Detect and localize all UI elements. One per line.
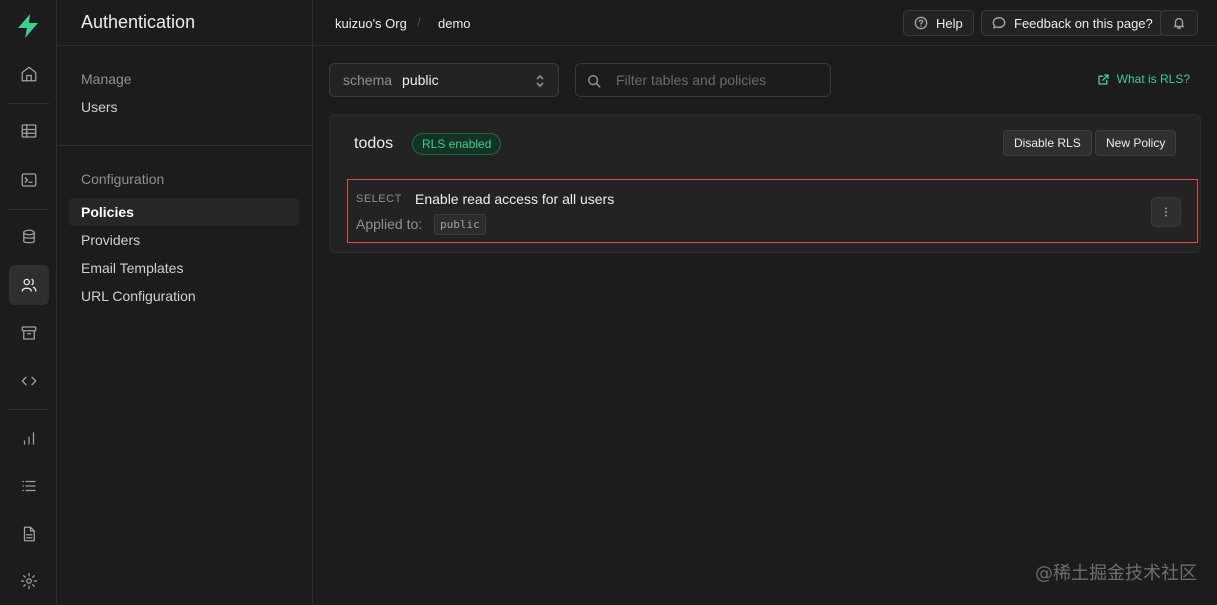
logs-icon[interactable] xyxy=(9,466,49,506)
help-label: Help xyxy=(936,15,963,31)
more-vertical-icon xyxy=(1165,207,1167,217)
sidebar-item-url-configuration[interactable]: URL Configuration xyxy=(69,282,299,310)
search-icon xyxy=(588,75,601,88)
icon-rail xyxy=(0,0,57,605)
policy-applied-label: Applied to: xyxy=(356,216,423,232)
chat-bubble-icon xyxy=(992,17,1006,29)
sidebar-title: Authentication xyxy=(57,0,312,46)
sql-editor-icon[interactable] xyxy=(9,160,49,200)
table-policies-card: todos RLS enabled Disable RLS New Policy… xyxy=(329,114,1201,253)
storage-icon[interactable] xyxy=(9,313,49,353)
sidebar-item-email-templates[interactable]: Email Templates xyxy=(69,254,299,282)
policy-command: SELECT xyxy=(356,193,402,205)
what-is-rls-label: What is RLS? xyxy=(1116,72,1190,86)
table-editor-icon[interactable] xyxy=(9,111,49,151)
schema-value: public xyxy=(402,72,439,88)
supabase-logo-icon[interactable] xyxy=(14,12,42,40)
auth-sidebar: Authentication Manage Users Configuratio… xyxy=(57,0,313,605)
database-icon[interactable] xyxy=(9,217,49,257)
edge-functions-icon[interactable] xyxy=(9,361,49,401)
schema-select[interactable]: schema public xyxy=(329,63,559,97)
policy-name: Enable read access for all users xyxy=(415,191,615,207)
disable-rls-button[interactable]: Disable RLS xyxy=(1003,130,1092,156)
reports-icon[interactable] xyxy=(9,418,49,458)
chevron-up-down-icon xyxy=(534,73,546,89)
breadcrumb-org[interactable]: kuizuo's Org xyxy=(335,16,407,31)
sidebar-item-providers[interactable]: Providers xyxy=(69,226,299,254)
authentication-icon[interactable] xyxy=(9,265,49,305)
bell-icon xyxy=(1173,17,1185,30)
notifications-button[interactable] xyxy=(1160,10,1198,36)
feedback-button[interactable]: Feedback on this page? xyxy=(981,10,1164,36)
home-icon[interactable] xyxy=(9,54,49,94)
watermark-text: @稀土掘金技术社区 xyxy=(1035,563,1197,584)
new-policy-button[interactable]: New Policy xyxy=(1095,130,1177,156)
top-bar: kuizuo's Org / demo Help Feedback on thi… xyxy=(313,0,1217,46)
feedback-label: Feedback on this page? xyxy=(1014,15,1153,31)
filter-input[interactable] xyxy=(616,64,821,96)
help-button[interactable]: Help xyxy=(903,10,974,36)
breadcrumb-project[interactable]: demo xyxy=(438,16,471,31)
schema-label: schema xyxy=(343,72,393,88)
policy-role-badge: public xyxy=(434,214,486,235)
policy-row[interactable]: SELECT Enable read access for all users … xyxy=(347,179,1198,243)
sidebar-item-users[interactable]: Users xyxy=(57,96,299,118)
table-name: todos xyxy=(354,135,394,152)
sidebar-group-configuration: Configuration xyxy=(81,171,165,187)
breadcrumb-separator: / xyxy=(417,14,421,30)
what-is-rls-link[interactable]: What is RLS? xyxy=(1097,72,1190,86)
policy-more-button[interactable] xyxy=(1151,197,1181,227)
sidebar-item-policies[interactable]: Policies xyxy=(69,198,299,226)
sidebar-group-manage: Manage xyxy=(81,71,132,87)
settings-icon[interactable] xyxy=(9,561,49,601)
external-link-icon xyxy=(1097,73,1109,85)
filter-search-field[interactable] xyxy=(575,63,831,97)
api-docs-icon[interactable] xyxy=(9,514,49,554)
help-icon xyxy=(914,16,928,30)
rls-status-badge: RLS enabled xyxy=(412,133,502,155)
